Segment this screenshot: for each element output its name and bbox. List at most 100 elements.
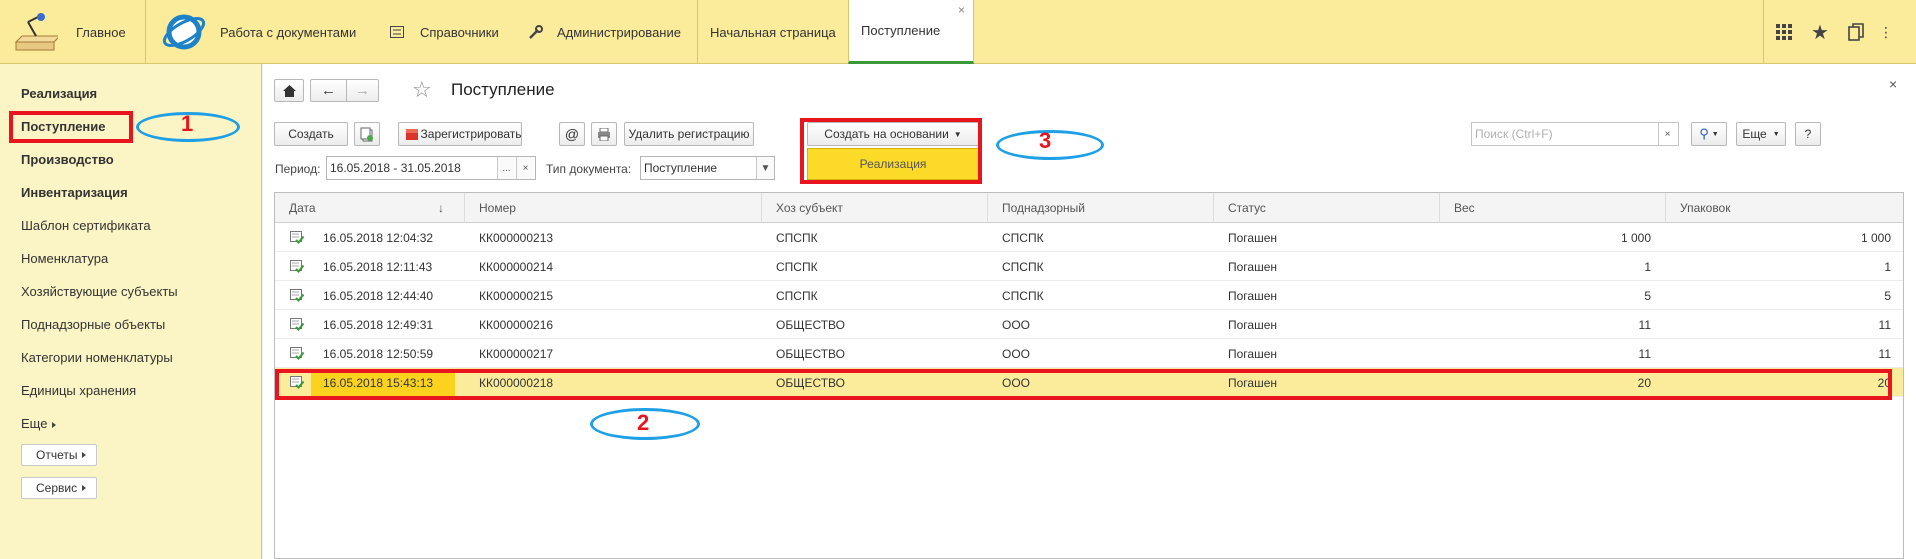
posted-document-icon <box>290 260 304 273</box>
cell-number: КК000000214 <box>479 259 554 274</box>
section-references-label: Справочники <box>420 24 499 40</box>
section-references[interactable]: Справочники <box>390 0 499 64</box>
copy-document-icon <box>360 127 373 141</box>
cell-weight: 11 <box>1638 317 1651 332</box>
forward-button[interactable]: → <box>346 79 379 102</box>
column-header-entity[interactable]: Хоз субъект <box>762 193 988 223</box>
cell-date: 16.05.2018 12:11:43 <box>323 259 433 274</box>
back-button[interactable]: ← <box>310 79 346 102</box>
column-header-number[interactable]: Номер <box>465 193 762 223</box>
table-row[interactable]: 16.05.2018 12:50:59 КК000000217 ОБЩЕСТВО ОО… <box>275 339 1903 368</box>
reports-button[interactable]: Отчеты <box>21 444 98 466</box>
create-button[interactable]: Создать <box>274 122 348 146</box>
wrench-icon <box>529 24 543 39</box>
section-documents-label: Работа с документами <box>220 24 357 40</box>
column-header-status[interactable]: Статус <box>1214 193 1440 223</box>
apps-grid-icon[interactable] <box>1768 16 1800 48</box>
search-options-button[interactable]: ⚲ ▼ <box>1691 122 1727 146</box>
sidebar-item-inventory[interactable]: Инвентаризация <box>21 185 128 200</box>
sidebar-more[interactable]: Еще <box>21 416 57 431</box>
triangle-right-icon <box>52 422 57 428</box>
favorites-star-icon[interactable]: ★ <box>1804 16 1836 48</box>
favorite-star-icon[interactable]: ☆ <box>412 77 432 103</box>
annotation-box-3 <box>800 118 982 184</box>
sidebar-item-production[interactable]: Производство <box>21 152 114 167</box>
chevron-down-icon[interactable]: ▼ <box>756 157 774 179</box>
cell-packages: 11 <box>1878 346 1891 361</box>
printer-icon <box>598 127 610 141</box>
cell-packages: 1 <box>1884 259 1891 274</box>
sidebar-item-business-entities[interactable]: Хозяйствующие субъекты <box>21 284 178 299</box>
section-documents[interactable]: Работа с документами <box>160 0 356 64</box>
section-admin-label: Администрирование <box>557 24 681 40</box>
home-section[interactable]: Главное <box>14 0 126 64</box>
column-header-supervised[interactable]: Поднадзорный <box>988 193 1214 223</box>
home-icon <box>282 84 296 97</box>
period-select-icon[interactable]: ... <box>497 157 515 179</box>
table-row[interactable]: 16.05.2018 12:11:43 КК000000214 СПСПК СПСПК… <box>275 252 1903 281</box>
copy-button[interactable] <box>354 122 380 146</box>
period-field[interactable]: 16.05.2018 - 31.05.2018 ... × <box>326 156 536 180</box>
register-button-label: Зарегистрировать <box>420 127 522 141</box>
page-title: Поступление <box>451 80 555 99</box>
home-label: Главное <box>76 24 126 40</box>
sidebar-item-sales[interactable]: Реализация <box>21 86 97 101</box>
cell-packages: 5 <box>1884 288 1891 303</box>
sidebar-item-certificate-template[interactable]: Шаблон сертификата <box>21 218 151 233</box>
sidebar-item-nomenclature-categories[interactable]: Категории номенклатуры <box>21 350 173 365</box>
table-row[interactable]: 16.05.2018 12:04:32 КК000000213 СПСПК СПСПК… <box>275 223 1903 252</box>
sidebar-more-label: Еще <box>21 416 48 431</box>
home-button[interactable] <box>274 79 304 102</box>
cell-supervised: СПСПК <box>1002 259 1044 274</box>
tab-close-icon[interactable]: × <box>958 3 965 17</box>
sidebar-item-supervised-objects[interactable]: Поднадзорные объекты <box>21 317 165 332</box>
cell-weight: 1 000 <box>1620 230 1651 245</box>
doc-type-label: Тип документа: <box>546 162 632 176</box>
dropdown-arrow-icon: ▼ <box>1711 130 1719 138</box>
at-sign-icon: @ <box>564 126 580 142</box>
sidebar-item-storage-units[interactable]: Единицы хранения <box>21 383 136 398</box>
service-button[interactable]: Сервис <box>21 477 98 499</box>
cell-date: 16.05.2018 12:50:59 <box>323 346 434 361</box>
triangle-right-icon <box>82 485 87 491</box>
cell-date: 16.05.2018 12:49:31 <box>323 317 434 332</box>
email-button[interactable]: @ <box>559 122 585 146</box>
doc-type-select[interactable]: Поступление ▼ <box>640 156 775 180</box>
annotation-number-2: 2 <box>637 410 650 435</box>
period-value: 16.05.2018 - 31.05.2018 <box>330 161 461 175</box>
posted-document-icon <box>290 231 304 244</box>
period-label: Период: <box>275 162 321 176</box>
annotation-box-2 <box>275 369 1892 400</box>
posted-document-icon <box>290 318 304 331</box>
triangle-right-icon <box>82 452 87 458</box>
more-actions-button[interactable]: Еще ▼ <box>1736 122 1786 146</box>
tab-home-page[interactable]: Начальная страница <box>698 0 848 64</box>
search-clear-icon[interactable]: × <box>1658 123 1676 145</box>
column-header-packages[interactable]: Упаковок <box>1666 193 1905 223</box>
help-button[interactable]: ? <box>1795 122 1821 146</box>
column-header-date[interactable]: Дата ↓ <box>275 193 465 223</box>
cell-entity: ОБЩЕСТВО <box>776 317 845 332</box>
sidebar-item-nomenclature[interactable]: Номенклатура <box>21 251 108 266</box>
register-button[interactable]: Зарегистрировать <box>398 122 522 146</box>
delete-registration-button[interactable]: Удалить регистрацию <box>624 122 754 146</box>
cell-date: 16.05.2018 12:04:32 <box>323 230 434 245</box>
column-header-weight[interactable]: Вес <box>1440 193 1666 223</box>
menu-more-icon[interactable]: ⋮ <box>1876 16 1896 48</box>
period-clear-icon[interactable]: × <box>516 157 534 179</box>
close-form-icon[interactable]: × <box>1889 76 1897 92</box>
search-input[interactable]: Поиск (Ctrl+F) × <box>1471 122 1679 146</box>
search-placeholder: Поиск (Ctrl+F) <box>1475 127 1553 141</box>
service-button-label: Сервис <box>36 481 78 495</box>
cell-number: КК000000217 <box>479 346 554 361</box>
cell-number: КК000000216 <box>479 317 554 332</box>
annotation-number-3: 3 <box>1039 128 1052 153</box>
documents-globe-icon <box>162 14 206 50</box>
table-row[interactable]: 16.05.2018 12:44:40 КК000000215 СПСПК СПСПК… <box>275 281 1903 310</box>
section-admin[interactable]: Администрирование <box>528 0 681 64</box>
history-icon[interactable] <box>1840 16 1872 48</box>
tab-receipt[interactable]: Поступление × <box>848 0 974 64</box>
table-row[interactable]: 16.05.2018 12:49:31 КК000000216 ОБЩЕСТВО ОО… <box>275 310 1903 339</box>
print-button[interactable] <box>591 122 617 146</box>
arrow-right-icon: → <box>355 82 370 99</box>
